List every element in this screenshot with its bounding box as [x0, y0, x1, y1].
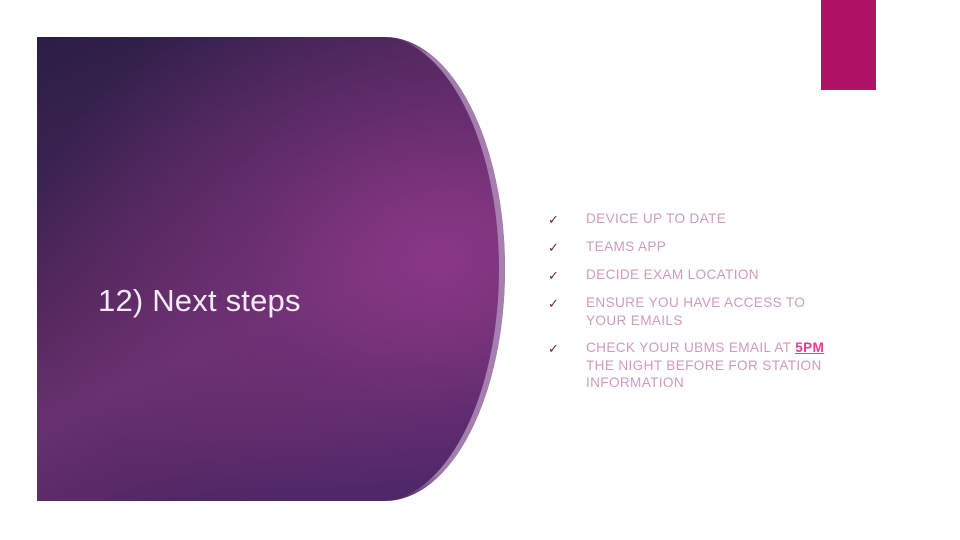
list-item-label: TEAMS APP: [586, 239, 667, 254]
checkmark-icon: ✓: [548, 240, 559, 255]
list-item: ✓ TEAMS APP: [548, 238, 848, 256]
deadline-highlight: 5PM: [795, 340, 825, 355]
list-item: ✓ CHECK YOUR UBMS EMAIL AT 5PM THE NIGHT…: [548, 339, 848, 392]
accent-block-top-right: [821, 0, 876, 90]
list-item-text-before: CHECK YOUR UBMS EMAIL AT: [586, 340, 796, 355]
list-item-label: CHECK YOUR UBMS EMAIL AT 5PM THE NIGHT B…: [586, 339, 848, 392]
list-item-label: DEVICE UP TO DATE: [586, 211, 727, 226]
checkmark-icon: ✓: [548, 268, 559, 283]
checkmark-icon: ✓: [548, 341, 559, 356]
list-item: ✓ DECIDE EXAM LOCATION: [548, 266, 848, 284]
list-item-label: DECIDE EXAM LOCATION: [586, 267, 759, 282]
slide-title: 12) Next steps: [98, 283, 301, 318]
list-item: ✓ DEVICE UP TO DATE: [548, 210, 848, 228]
checkmark-icon: ✓: [548, 296, 559, 311]
list-item-label: ENSURE YOU HAVE ACCESS TO YOUR EMAILS: [586, 295, 806, 328]
list-item-text-after: THE NIGHT BEFORE FOR STATION INFORMATION: [586, 357, 822, 391]
checkmark-icon: ✓: [548, 212, 559, 227]
slide-canvas: 12) Next steps ✓ DEVICE UP TO DATE ✓ TEA…: [0, 0, 960, 540]
decorative-purple-panel: [37, 37, 505, 501]
list-item: ✓ ENSURE YOU HAVE ACCESS TO YOUR EMAILS: [548, 294, 848, 329]
bullet-list: ✓ DEVICE UP TO DATE ✓ TEAMS APP ✓ DECIDE…: [548, 210, 848, 392]
